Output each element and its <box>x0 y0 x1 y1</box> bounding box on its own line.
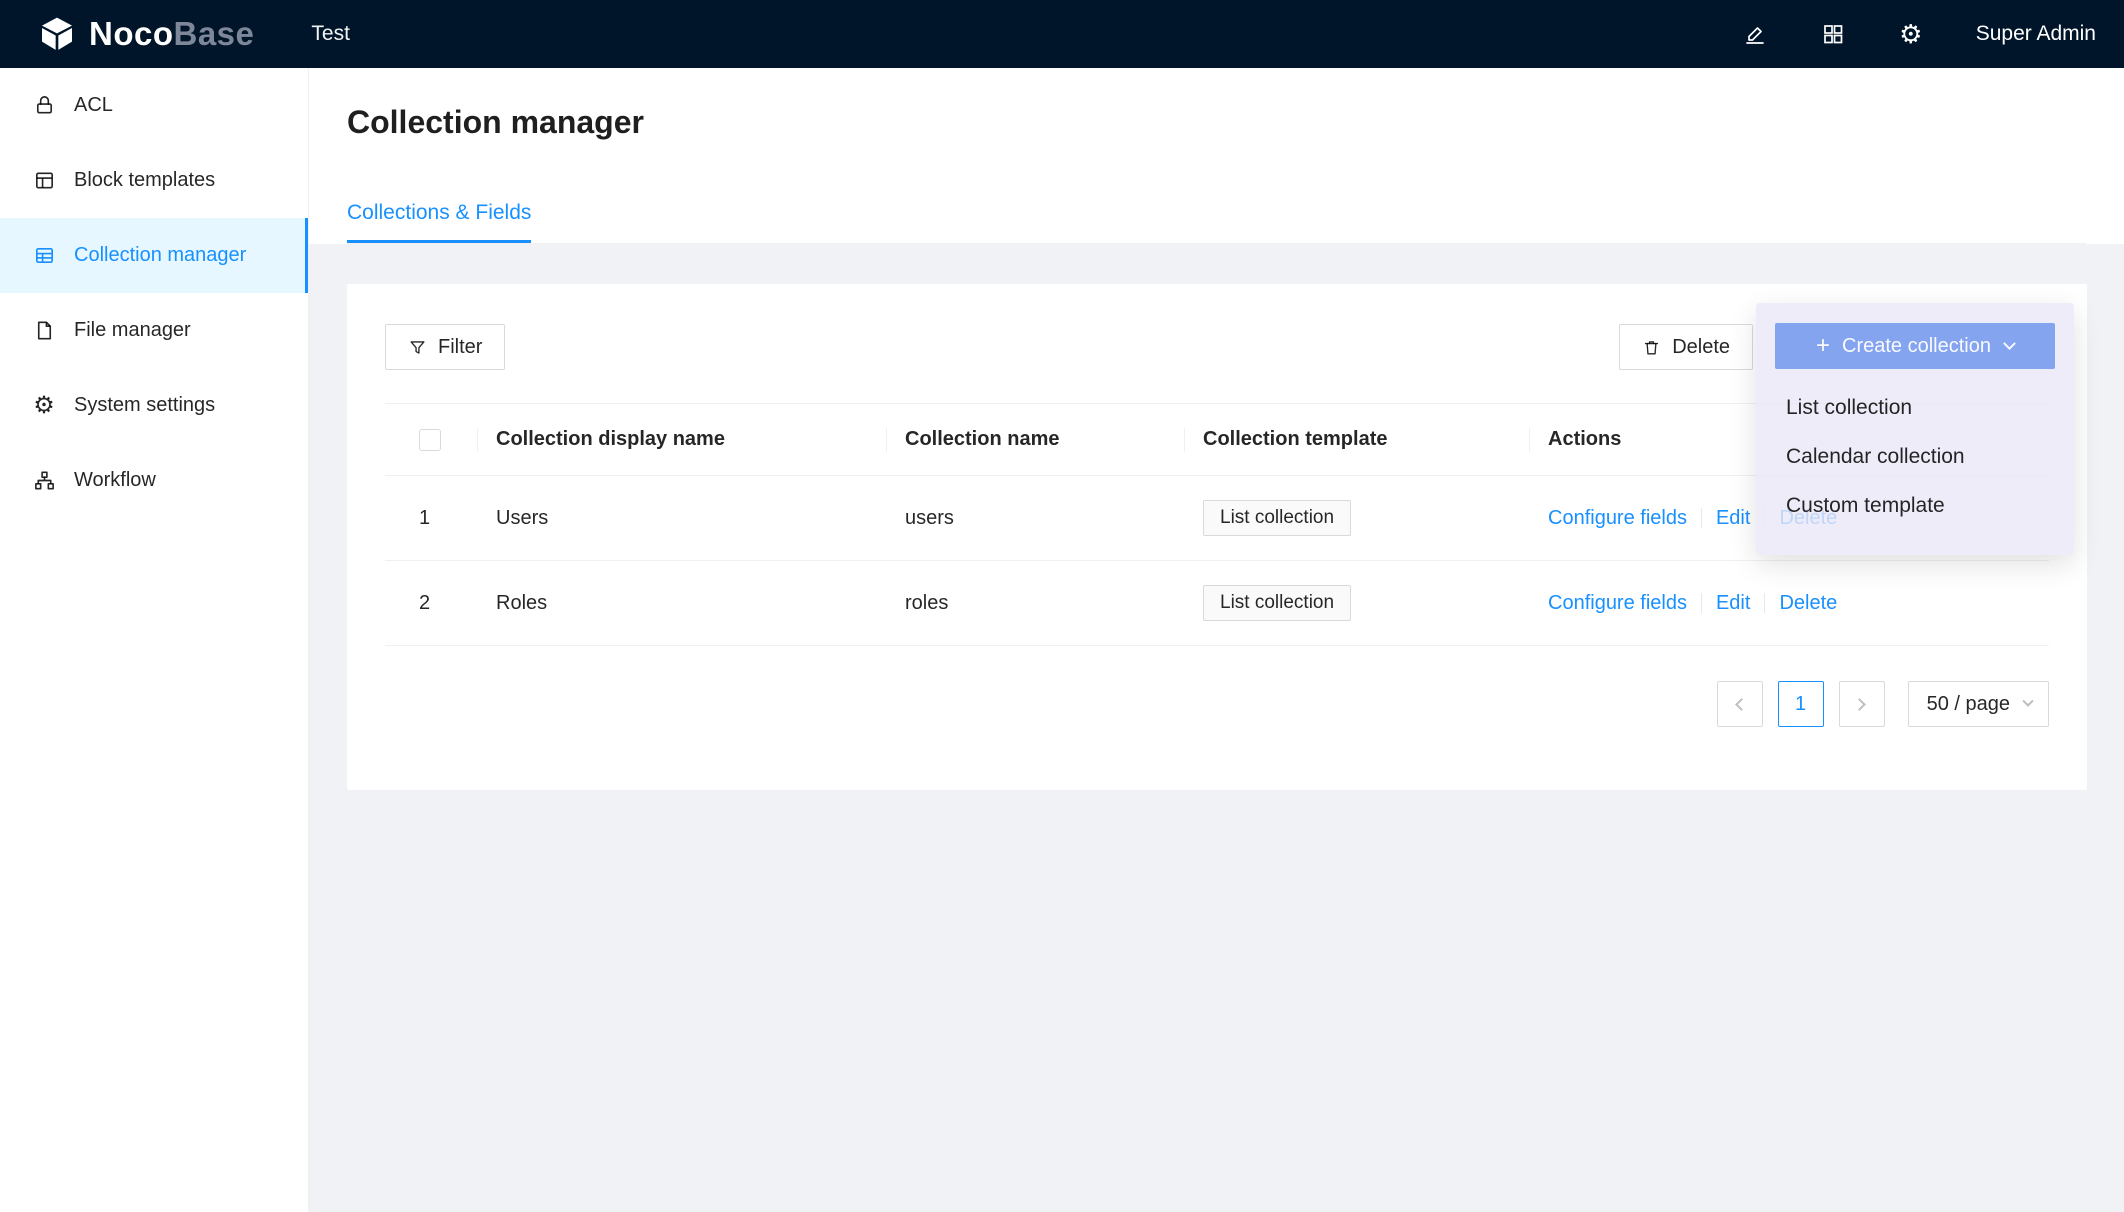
gear-icon: ⚙ <box>32 394 56 418</box>
template-tag: List collection <box>1203 500 1351 537</box>
sidebar-item-workflow[interactable]: Workflow <box>0 443 308 518</box>
plugins-grid-icon[interactable] <box>1820 21 1846 47</box>
chevron-down-icon <box>2022 696 2033 707</box>
content-area: Filter Delete Collection displa <box>309 244 2124 1212</box>
collections-card: Filter Delete Collection displa <box>347 284 2087 790</box>
pagination-prev-button[interactable] <box>1717 681 1763 727</box>
menu-item-list-collection[interactable]: List collection <box>1756 383 2074 432</box>
file-icon <box>32 319 56 343</box>
pagination-next-button[interactable] <box>1839 681 1885 727</box>
chevron-left-icon <box>1735 698 1748 711</box>
page-header: Collection manager Collections & Fields <box>309 68 2124 244</box>
edit-link[interactable]: Edit <box>1716 507 1750 530</box>
delete-button-label: Delete <box>1672 336 1730 359</box>
sidebar-item-label: Block templates <box>74 169 215 192</box>
sidebar-item-label: Workflow <box>74 469 156 492</box>
sidebar-item-block-templates[interactable]: Block templates <box>0 143 308 218</box>
action-separator <box>1764 593 1765 613</box>
topbar: NocoBase Test ⚙ Super Admin <box>0 0 2124 68</box>
chevron-down-icon <box>2003 337 2016 350</box>
sidebar-item-label: File manager <box>74 319 191 342</box>
menu-item-calendar-collection[interactable]: Calendar collection <box>1756 432 2074 481</box>
topnav-item-test[interactable]: Test <box>311 22 350 45</box>
column-header: Collection template <box>1203 426 1548 454</box>
pagination-page-button[interactable]: 1 <box>1778 681 1824 727</box>
delete-link[interactable]: Delete <box>1779 592 1837 615</box>
cell-display-name: Roles <box>496 592 905 615</box>
action-separator <box>1701 593 1702 613</box>
filter-button-label: Filter <box>438 336 482 359</box>
plus-icon: + <box>1816 334 1830 358</box>
sidebar-item-label: ACL <box>74 94 113 117</box>
pagination: 1 50 / page <box>385 681 2049 727</box>
filter-button[interactable]: Filter <box>385 324 505 370</box>
sidebar-item-label: System settings <box>74 394 215 417</box>
filter-funnel-icon <box>408 338 427 357</box>
trash-icon <box>1642 338 1661 357</box>
edit-link[interactable]: Edit <box>1716 592 1750 615</box>
cell-collection-name: roles <box>905 592 1203 615</box>
delete-button[interactable]: Delete <box>1619 324 1753 370</box>
configure-fields-link[interactable]: Configure fields <box>1548 592 1687 615</box>
tabs-bar: Collections & Fields <box>347 200 2086 244</box>
sidebar-item-system-settings[interactable]: ⚙ System settings <box>0 368 308 443</box>
select-all-checkbox[interactable] <box>419 429 441 451</box>
cube-logo-icon <box>37 14 77 54</box>
sidebar-item-collection-manager[interactable]: Collection manager <box>0 218 308 293</box>
page-title: Collection manager <box>347 102 2086 142</box>
page-size-select[interactable]: 50 / page <box>1908 681 2049 727</box>
cell-display-name: Users <box>496 507 905 530</box>
cell-template: List collection <box>1203 585 1548 622</box>
workflow-icon <box>32 469 56 493</box>
create-collection-dropdown: + Create collection List collection Cale… <box>1756 303 2074 555</box>
settings-sidebar: ACL Block templates Collection manager <box>0 68 309 1212</box>
cell-actions: Configure fields Edit Delete <box>1548 592 2049 615</box>
row-index: 1 <box>385 507 496 530</box>
column-header: Collection display name <box>496 426 905 454</box>
row-index: 2 <box>385 592 496 615</box>
sidebar-item-label: Collection manager <box>74 244 246 267</box>
column-header: Collection name <box>905 426 1203 454</box>
create-collection-button[interactable]: + Create collection <box>1775 323 2055 369</box>
configure-fields-link[interactable]: Configure fields <box>1548 507 1687 530</box>
cell-collection-name: users <box>905 507 1203 530</box>
sidebar-item-acl[interactable]: ACL <box>0 68 308 143</box>
table-row: 2 Roles roles List collection Configure … <box>385 561 2049 646</box>
tab-collections-and-fields[interactable]: Collections & Fields <box>347 200 531 243</box>
top-navigation: Test <box>311 22 350 46</box>
action-separator <box>1701 508 1702 528</box>
template-tag: List collection <box>1203 585 1351 622</box>
logo-text: NocoBase <box>89 15 254 53</box>
lock-icon <box>32 94 56 118</box>
create-collection-menu: List collection Calendar collection Cust… <box>1756 383 2074 530</box>
cell-template: List collection <box>1203 500 1548 537</box>
create-collection-label: Create collection <box>1842 335 1991 358</box>
topbar-right: ⚙ Super Admin <box>1742 21 2096 47</box>
menu-item-custom-template[interactable]: Custom template <box>1756 481 2074 530</box>
layout-icon <box>32 169 56 193</box>
select-all-cell <box>385 426 496 454</box>
ui-editor-highlighter-icon[interactable] <box>1742 21 1768 47</box>
table-icon <box>32 244 56 268</box>
chevron-right-icon <box>1853 698 1866 711</box>
nocobase-logo[interactable]: NocoBase <box>37 14 254 54</box>
current-user[interactable]: Super Admin <box>1976 22 2096 46</box>
page-size-value: 50 / page <box>1927 693 2010 716</box>
settings-gear-icon[interactable]: ⚙ <box>1898 21 1924 47</box>
sidebar-item-file-manager[interactable]: File manager <box>0 293 308 368</box>
